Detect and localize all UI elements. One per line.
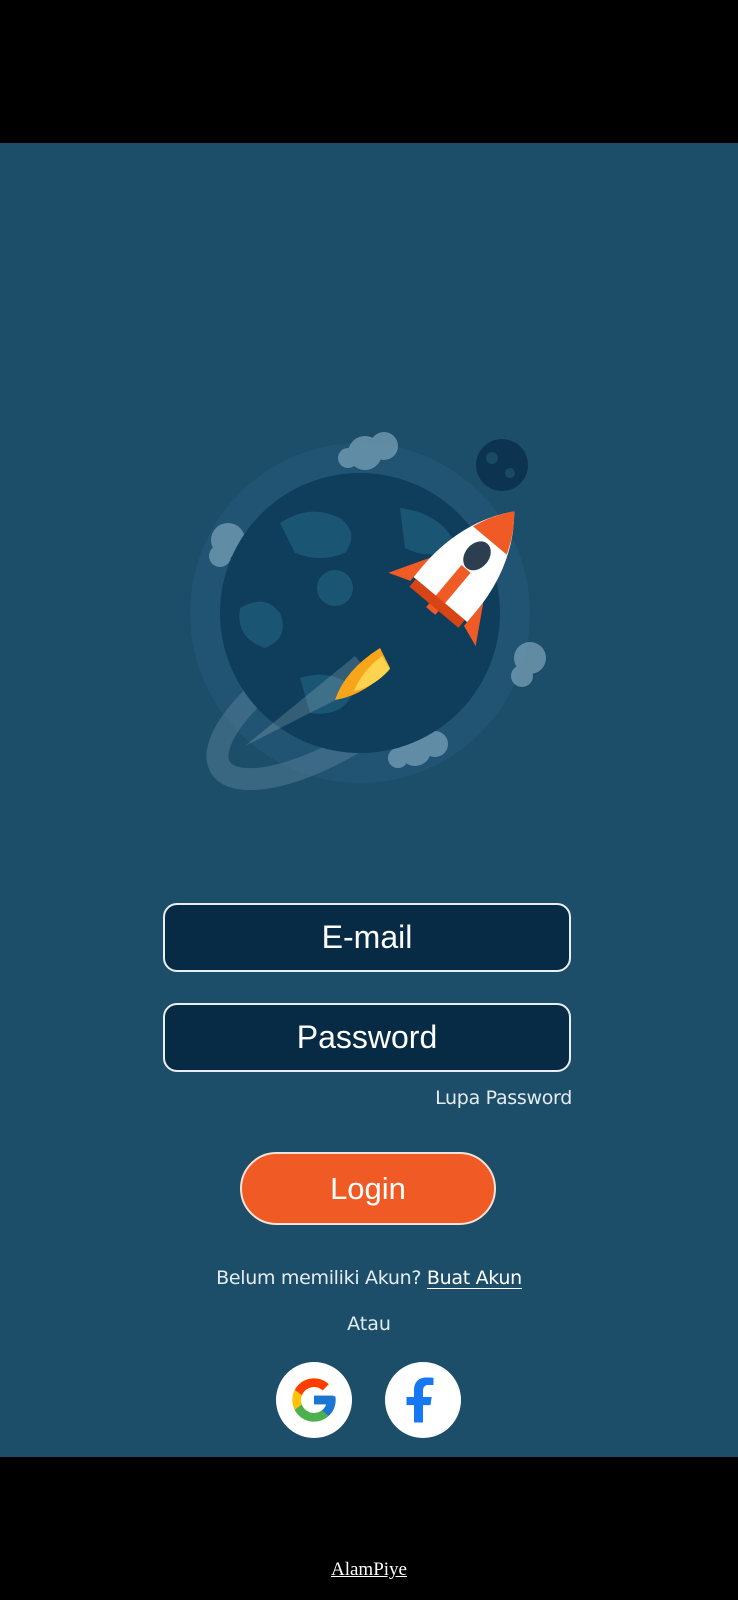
register-prompt-text: Belum memiliki Akun? [216,1267,422,1289]
facebook-icon [406,1377,434,1423]
forgot-password-link[interactable]: Lupa Password [435,1087,572,1109]
facebook-login-button[interactable] [385,1362,461,1438]
email-field[interactable]: E-mail [163,903,571,972]
login-button[interactable]: Login [240,1152,496,1225]
divider-text: Atau [347,1313,391,1335]
login-screen: E-mail Password Lupa Password Login Belu… [0,143,738,1580]
register-prompt: Belum memiliki Akun? Buat Akun [0,1267,738,1289]
rocket-planet-illustration [190,432,546,791]
google-icon [292,1378,336,1422]
brand-logo: AlamPiye [331,1559,407,1580]
google-login-button[interactable] [276,1362,352,1438]
password-field[interactable]: Password [163,1003,571,1072]
create-account-link[interactable]: Buat Akun [427,1267,522,1289]
